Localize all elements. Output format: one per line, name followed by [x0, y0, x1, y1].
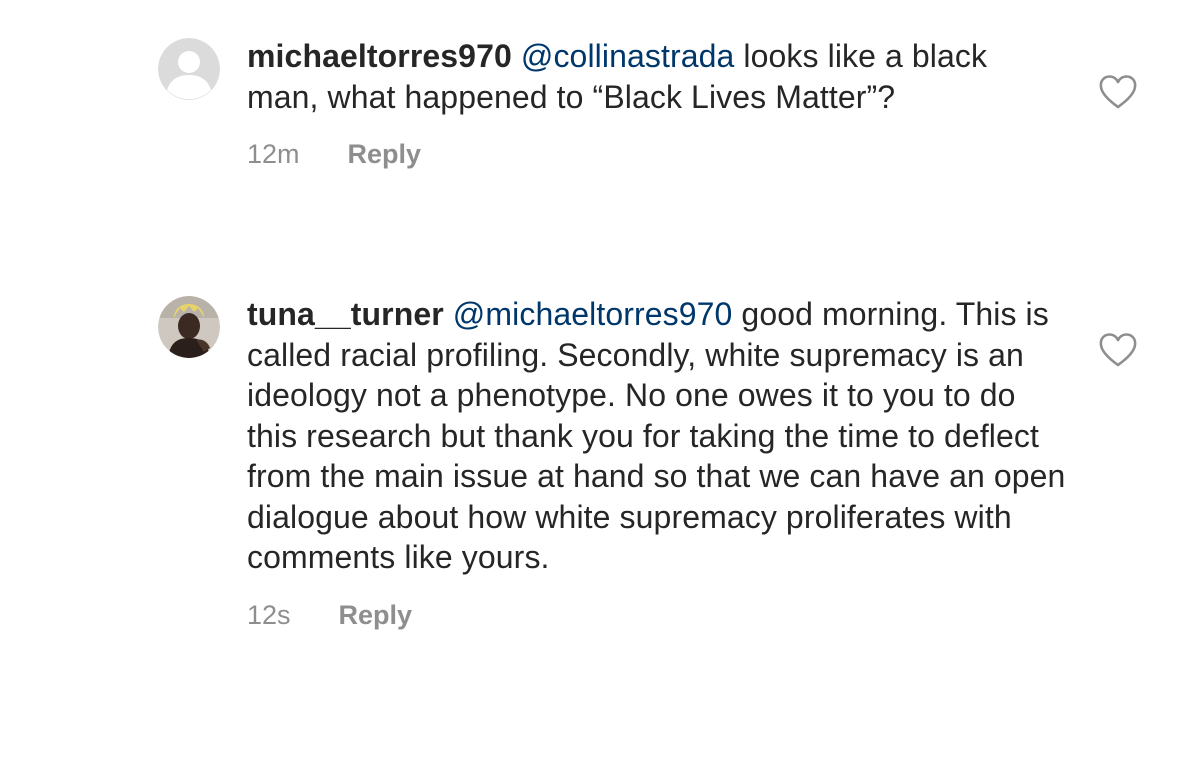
comment-message: good morning. This is called racial prof…: [247, 296, 1066, 575]
comment-username[interactable]: michaeltorres970: [247, 38, 512, 74]
heart-outline-icon: [1099, 75, 1137, 109]
comment-text: michaeltorres970 @collinastrada looks li…: [247, 36, 1067, 117]
avatar[interactable]: [158, 296, 220, 358]
user-photo-avatar: [158, 296, 220, 358]
avatar[interactable]: [158, 38, 220, 100]
comment-mention[interactable]: @collinastrada: [521, 38, 735, 74]
comment-timestamp: 12s: [247, 599, 291, 630]
comment-mention[interactable]: @michaeltorres970: [453, 296, 733, 332]
comment-meta: 12m Reply: [247, 139, 1067, 170]
comment-username[interactable]: tuna__turner: [247, 296, 444, 332]
comment-meta: 12s Reply: [247, 600, 1067, 631]
like-button[interactable]: [1098, 332, 1138, 368]
comment-body: tuna__turner @michaeltorres970 good morn…: [247, 294, 1067, 631]
comment-body: michaeltorres970 @collinastrada looks li…: [247, 36, 1067, 170]
comment-timestamp: 12m: [247, 139, 300, 169]
comment-text: tuna__turner @michaeltorres970 good morn…: [247, 294, 1067, 578]
heart-outline-icon: [1099, 333, 1137, 367]
reply-button[interactable]: Reply: [339, 600, 413, 631]
default-avatar-icon: [158, 38, 220, 100]
like-button[interactable]: [1098, 74, 1138, 110]
reply-button[interactable]: Reply: [348, 139, 422, 170]
